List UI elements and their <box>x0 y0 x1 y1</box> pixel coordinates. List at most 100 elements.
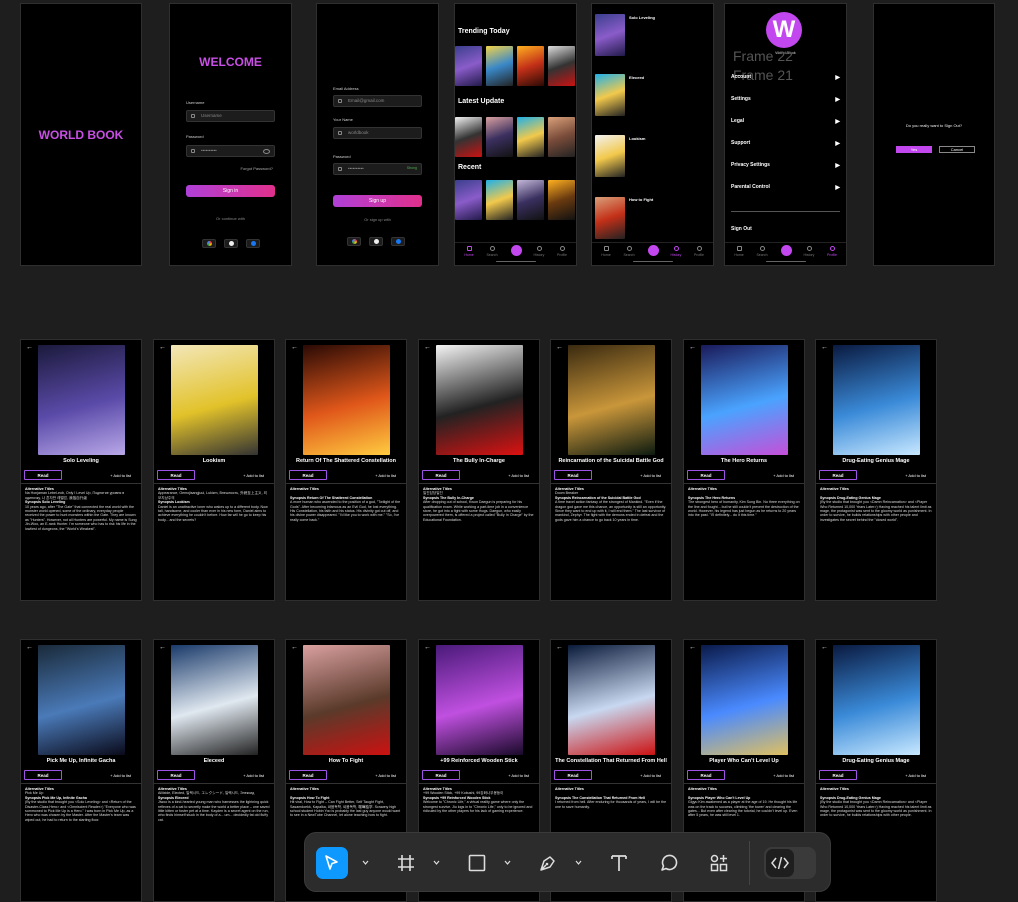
read-button[interactable]: Read <box>289 770 327 780</box>
frame-manga-detail[interactable]: ← Eleceed Read + Add to list Alternative… <box>153 639 275 902</box>
frame-splash[interactable]: WORLD BOOK <box>20 3 142 266</box>
add-to-list-button[interactable]: + Add to list <box>773 773 794 778</box>
tab-search[interactable]: Search <box>484 246 500 257</box>
tab-profile[interactable]: Profile <box>824 246 840 257</box>
menu-legal[interactable]: Legal ▶ <box>731 118 840 128</box>
history-item-title[interactable]: Solo Leveling <box>629 15 655 20</box>
frame-manga-detail[interactable]: ← Reincarnation of the Suicidal Battle G… <box>550 339 672 601</box>
add-to-list-button[interactable]: + Add to list <box>110 473 131 478</box>
cover-card[interactable] <box>548 46 575 86</box>
tab-history[interactable]: History <box>531 246 547 257</box>
frame-signup[interactable]: Email Address Email@gmail.com Your Name … <box>316 3 439 266</box>
tab-history[interactable]: History <box>668 246 684 257</box>
cover-card[interactable] <box>486 180 513 220</box>
add-to-list-button[interactable]: + Add to list <box>905 473 926 478</box>
back-arrow-icon[interactable]: ← <box>689 344 696 351</box>
back-arrow-icon[interactable]: ← <box>159 644 166 651</box>
cover-card[interactable] <box>517 180 544 220</box>
back-arrow-icon[interactable]: ← <box>291 644 298 651</box>
frame-manga-detail[interactable]: ← Solo Leveling Read + Add to list Alter… <box>20 339 142 601</box>
back-arrow-icon[interactable]: ← <box>26 344 33 351</box>
frame-login[interactable]: WELCOME Username Username Password •••••… <box>169 3 292 266</box>
password-field[interactable]: •••••••••• <box>186 145 275 157</box>
menu-privacy-settings[interactable]: Privacy Settings ▶ <box>731 162 840 172</box>
history-cover[interactable] <box>595 14 625 56</box>
center-action-button[interactable] <box>648 245 659 256</box>
apple-button[interactable] <box>369 237 383 246</box>
cover-card[interactable] <box>517 46 544 86</box>
add-to-list-button[interactable]: + Add to list <box>508 773 529 778</box>
chevron-down-icon[interactable] <box>362 859 369 866</box>
back-arrow-icon[interactable]: ← <box>159 344 166 351</box>
read-button[interactable]: Read <box>554 770 592 780</box>
center-action-button[interactable] <box>781 245 792 256</box>
menu-parental-control[interactable]: Parental Control ▶ <box>731 184 840 194</box>
cover-card[interactable] <box>455 180 482 220</box>
actions-tool-button[interactable] <box>703 847 735 879</box>
add-to-list-button[interactable]: + Add to list <box>375 773 396 778</box>
name-field[interactable]: worldbook <box>333 127 422 139</box>
frame-manga-detail[interactable]: ← The Hero Returns Read + Add to list Al… <box>683 339 805 601</box>
username-field[interactable]: Username <box>186 110 275 122</box>
sign-up-button[interactable]: Sign up <box>333 195 422 207</box>
yes-button[interactable]: Yes <box>896 146 932 153</box>
read-button[interactable]: Read <box>24 470 62 480</box>
back-arrow-icon[interactable]: ← <box>424 644 431 651</box>
tab-profile[interactable]: Profile <box>554 246 570 257</box>
google-button[interactable] <box>347 237 361 246</box>
back-arrow-icon[interactable]: ← <box>821 644 828 651</box>
history-cover[interactable] <box>595 197 625 239</box>
tab-profile[interactable]: Profile <box>691 246 707 257</box>
cover-card[interactable] <box>548 180 575 220</box>
sign-out-button[interactable]: Sign Out <box>731 226 840 236</box>
facebook-button[interactable] <box>246 239 260 248</box>
back-arrow-icon[interactable]: ← <box>556 644 563 651</box>
cover-card[interactable] <box>486 46 513 86</box>
frame-manga-detail[interactable]: ← Drug-Eating Genius Mage Read + Add to … <box>815 339 937 601</box>
tab-home[interactable]: Home <box>598 246 614 257</box>
add-to-list-button[interactable]: + Add to list <box>905 773 926 778</box>
chevron-down-icon[interactable] <box>433 859 440 866</box>
frame-history[interactable]: Solo Leveling Eleceed Lookism How to Fig… <box>591 3 714 266</box>
center-action-button[interactable] <box>511 245 522 256</box>
back-arrow-icon[interactable]: ← <box>291 344 298 351</box>
google-button[interactable] <box>202 239 216 248</box>
back-arrow-icon[interactable]: ← <box>424 344 431 351</box>
read-button[interactable]: Read <box>157 770 195 780</box>
back-arrow-icon[interactable]: ← <box>26 644 33 651</box>
forgot-password-link[interactable]: Forgot Password? <box>241 166 273 171</box>
add-to-list-button[interactable]: + Add to list <box>375 473 396 478</box>
cover-card[interactable] <box>455 117 482 157</box>
read-button[interactable]: Read <box>289 470 327 480</box>
apple-button[interactable] <box>224 239 238 248</box>
tab-history[interactable]: History <box>801 246 817 257</box>
cover-card[interactable] <box>455 46 482 86</box>
sign-in-button[interactable]: Sign in <box>186 185 275 197</box>
move-tool-button[interactable] <box>316 847 348 879</box>
back-arrow-icon[interactable]: ← <box>821 344 828 351</box>
read-button[interactable]: Read <box>157 470 195 480</box>
frame-signout-dialog[interactable]: Do you really want to Sign Out? Yes Canc… <box>873 3 995 266</box>
frame-manga-detail[interactable]: ← Pick Me Up, Infinite Gacha Read + Add … <box>20 639 142 902</box>
tab-search[interactable]: Search <box>754 246 770 257</box>
tab-home[interactable]: Home <box>731 246 747 257</box>
frame-manga-detail[interactable]: ← Lookism Read + Add to list Alternative… <box>153 339 275 601</box>
read-button[interactable]: Read <box>422 470 460 480</box>
frame-manga-detail[interactable]: ← Return Of The Shattered Constellation … <box>285 339 407 601</box>
add-to-list-button[interactable]: + Add to list <box>243 473 264 478</box>
add-to-list-button[interactable]: + Add to list <box>243 773 264 778</box>
tab-home[interactable]: Home <box>461 246 477 257</box>
read-button[interactable]: Read <box>687 470 725 480</box>
history-cover[interactable] <box>595 135 625 177</box>
password-field[interactable]: •••••••••• Strong <box>333 163 422 175</box>
add-to-list-button[interactable]: + Add to list <box>773 473 794 478</box>
chevron-down-icon[interactable] <box>504 859 511 866</box>
read-button[interactable]: Read <box>819 470 857 480</box>
add-to-list-button[interactable]: + Add to list <box>110 773 131 778</box>
history-item-title[interactable]: Eleceed <box>629 75 644 80</box>
read-button[interactable]: Read <box>422 770 460 780</box>
cancel-button[interactable]: Cancel <box>939 146 975 153</box>
history-item-title[interactable]: Lookism <box>629 136 645 141</box>
menu-account[interactable]: Account ▶ <box>731 74 840 84</box>
facebook-button[interactable] <box>391 237 405 246</box>
